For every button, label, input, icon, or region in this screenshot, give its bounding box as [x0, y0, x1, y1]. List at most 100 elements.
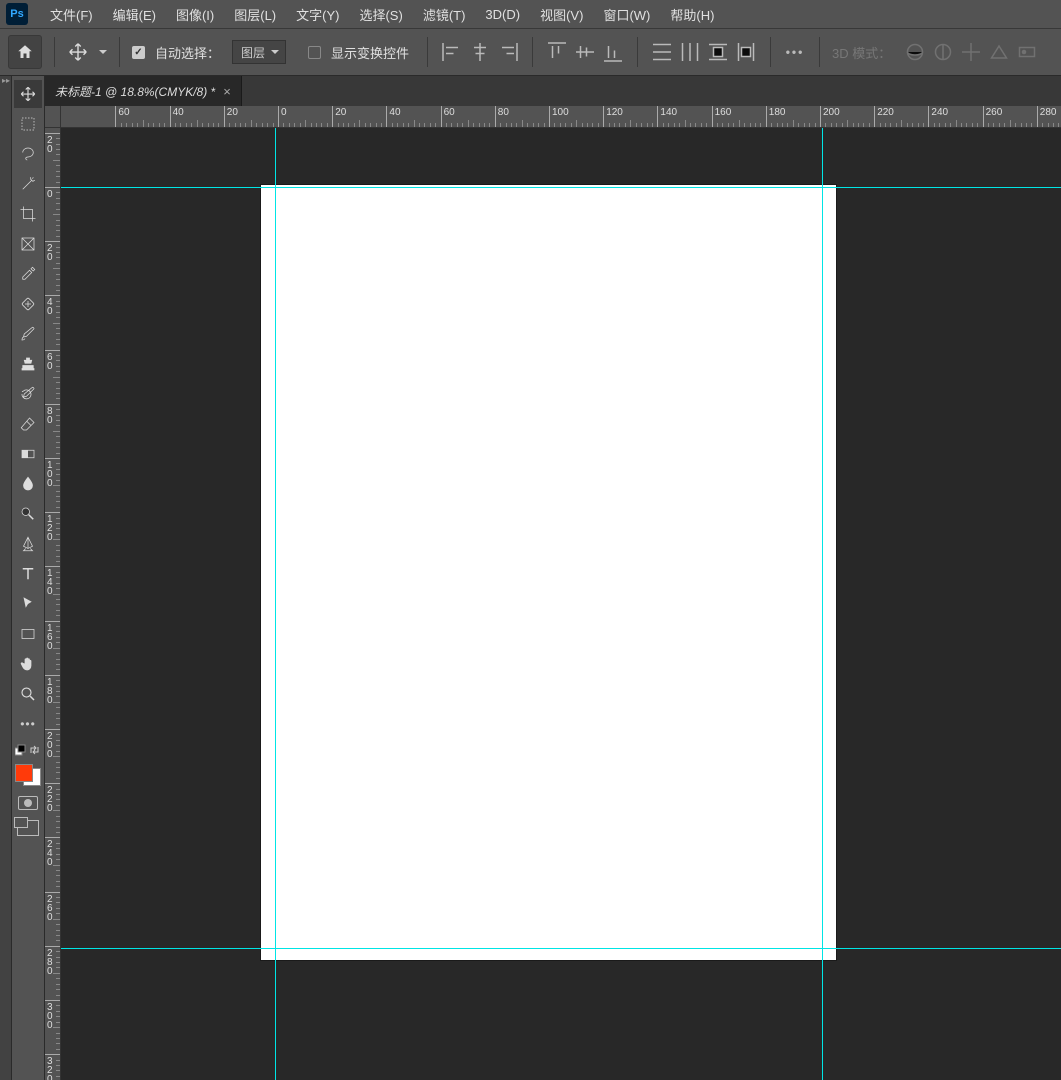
collapsed-panel-column[interactable]: ▸▸ — [0, 76, 12, 1080]
auto-select-checkbox[interactable] — [132, 46, 145, 59]
zoom-3d-button[interactable] — [1015, 40, 1039, 64]
menu-item-4[interactable]: 文字(Y) — [286, 0, 349, 28]
distribute-bottom-button[interactable] — [706, 40, 730, 64]
crop-tool[interactable] — [14, 200, 42, 228]
menu-item-3[interactable]: 图层(L) — [224, 0, 286, 28]
eraser-tool[interactable] — [14, 410, 42, 438]
guide-horizontal[interactable] — [61, 948, 1061, 949]
orbit-3d-button[interactable] — [903, 40, 927, 64]
brush-tool[interactable] — [14, 320, 42, 348]
screen-mode-button[interactable] — [17, 820, 39, 836]
align-left-button[interactable] — [440, 40, 464, 64]
close-tab-icon[interactable]: × — [223, 84, 231, 99]
options-bar: 自动选择： 图层 显示变换控件 ••• 3D 模式： — [0, 28, 1061, 76]
divider — [119, 37, 120, 67]
canvas-background[interactable] — [61, 128, 1061, 1080]
distribute-top-button[interactable] — [650, 40, 674, 64]
path-selection-tool[interactable] — [14, 590, 42, 618]
divider — [532, 37, 533, 67]
marquee-tool[interactable] — [14, 110, 42, 138]
document-area: 未标题-1 @ 18.8%(CMYK/8) * × 60402002040608… — [45, 76, 1061, 1080]
menu-item-7[interactable]: 3D(D) — [475, 0, 530, 28]
mode-3d-label: 3D 模式： — [832, 43, 891, 62]
expand-panels-icon[interactable]: ▸▸ — [2, 78, 10, 84]
workspace: ▸▸ ••• — [0, 76, 1061, 1080]
quick-mask-button[interactable] — [18, 796, 38, 810]
lasso-tool[interactable] — [14, 140, 42, 168]
magic-wand-tool[interactable] — [14, 170, 42, 198]
foreground-color-swatch[interactable] — [15, 764, 33, 782]
clone-stamp-tool[interactable] — [14, 350, 42, 378]
align-center-h-button[interactable] — [468, 40, 492, 64]
divider — [819, 37, 820, 67]
swap-colors-icon[interactable] — [29, 744, 41, 756]
distribute-v-center-button[interactable] — [678, 40, 702, 64]
pen-tool[interactable] — [14, 530, 42, 558]
default-colors-icon[interactable] — [15, 744, 27, 756]
menu-item-0[interactable]: 文件(F) — [40, 0, 103, 28]
auto-select-dropdown[interactable]: 图层 — [232, 40, 286, 64]
menu-item-10[interactable]: 帮助(H) — [660, 0, 724, 28]
guide-vertical[interactable] — [822, 128, 823, 1080]
app-logo[interactable]: Ps — [6, 3, 28, 25]
blur-tool[interactable] — [14, 470, 42, 498]
slide-3d-button[interactable] — [987, 40, 1011, 64]
align-top-button[interactable] — [545, 40, 569, 64]
history-brush-tool[interactable] — [14, 380, 42, 408]
rectangle-tool[interactable] — [14, 620, 42, 648]
align-vertical-group — [545, 40, 625, 64]
menu-item-6[interactable]: 滤镜(T) — [413, 0, 476, 28]
align-horizontal-group — [440, 40, 520, 64]
menu-item-9[interactable]: 窗口(W) — [593, 0, 660, 28]
frame-tool[interactable] — [14, 230, 42, 258]
document-canvas[interactable] — [261, 185, 836, 960]
menu-item-8[interactable]: 视图(V) — [530, 0, 593, 28]
document-tab[interactable]: 未标题-1 @ 18.8%(CMYK/8) * × — [45, 76, 242, 106]
align-right-button[interactable] — [496, 40, 520, 64]
color-swatches[interactable] — [13, 762, 43, 788]
healing-brush-tool[interactable] — [14, 290, 42, 318]
menu-bar: Ps 文件(F)编辑(E)图像(I)图层(L)文字(Y)选择(S)滤镜(T)3D… — [0, 0, 1061, 28]
transform-controls-checkbox[interactable] — [308, 46, 321, 59]
type-tool[interactable] — [14, 560, 42, 588]
ruler-origin-corner[interactable] — [45, 106, 61, 128]
color-default-swap-row — [13, 744, 43, 760]
divider — [427, 37, 428, 67]
divider — [54, 37, 55, 67]
canvas-viewport[interactable]: 6040200204060801001201401601802002202402… — [45, 106, 1061, 1080]
move-tool[interactable] — [14, 80, 42, 108]
tools-panel: ••• — [12, 76, 45, 1080]
divider — [637, 37, 638, 67]
align-bottom-button[interactable] — [601, 40, 625, 64]
auto-select-label: 自动选择： — [155, 43, 220, 62]
align-middle-button[interactable] — [573, 40, 597, 64]
tool-preset-caret-icon[interactable] — [99, 50, 107, 54]
distribute-more-button[interactable] — [734, 40, 758, 64]
guide-vertical[interactable] — [275, 128, 276, 1080]
vertical-ruler[interactable]: 2002040608010012014016018020022024026028… — [45, 128, 61, 1080]
menu-item-5[interactable]: 选择(S) — [349, 0, 412, 28]
mode-3d-group — [903, 40, 1039, 64]
menu-item-1[interactable]: 编辑(E) — [103, 0, 166, 28]
guide-horizontal[interactable] — [61, 187, 1061, 188]
zoom-tool[interactable] — [14, 680, 42, 708]
pan-3d-button[interactable] — [959, 40, 983, 64]
more-options-button[interactable]: ••• — [783, 40, 807, 64]
dodge-tool[interactable] — [14, 500, 42, 528]
home-icon — [16, 43, 34, 61]
document-tab-title: 未标题-1 @ 18.8%(CMYK/8) * — [55, 83, 215, 100]
eyedropper-tool[interactable] — [14, 260, 42, 288]
move-tool-indicator[interactable] — [67, 41, 89, 63]
menu-item-2[interactable]: 图像(I) — [166, 0, 224, 28]
hand-tool[interactable] — [14, 650, 42, 678]
app-logo-text: Ps — [10, 8, 23, 20]
divider — [770, 37, 771, 67]
roll-3d-button[interactable] — [931, 40, 955, 64]
edit-toolbar-button[interactable]: ••• — [14, 710, 42, 738]
transform-controls-label: 显示变换控件 — [331, 43, 409, 62]
document-tab-bar: 未标题-1 @ 18.8%(CMYK/8) * × — [45, 76, 1061, 106]
horizontal-ruler[interactable]: 6040200204060801001201401601802002202402… — [61, 106, 1061, 128]
home-button[interactable] — [8, 35, 42, 69]
gradient-tool[interactable] — [14, 440, 42, 468]
auto-select-value: 图层 — [241, 44, 265, 61]
